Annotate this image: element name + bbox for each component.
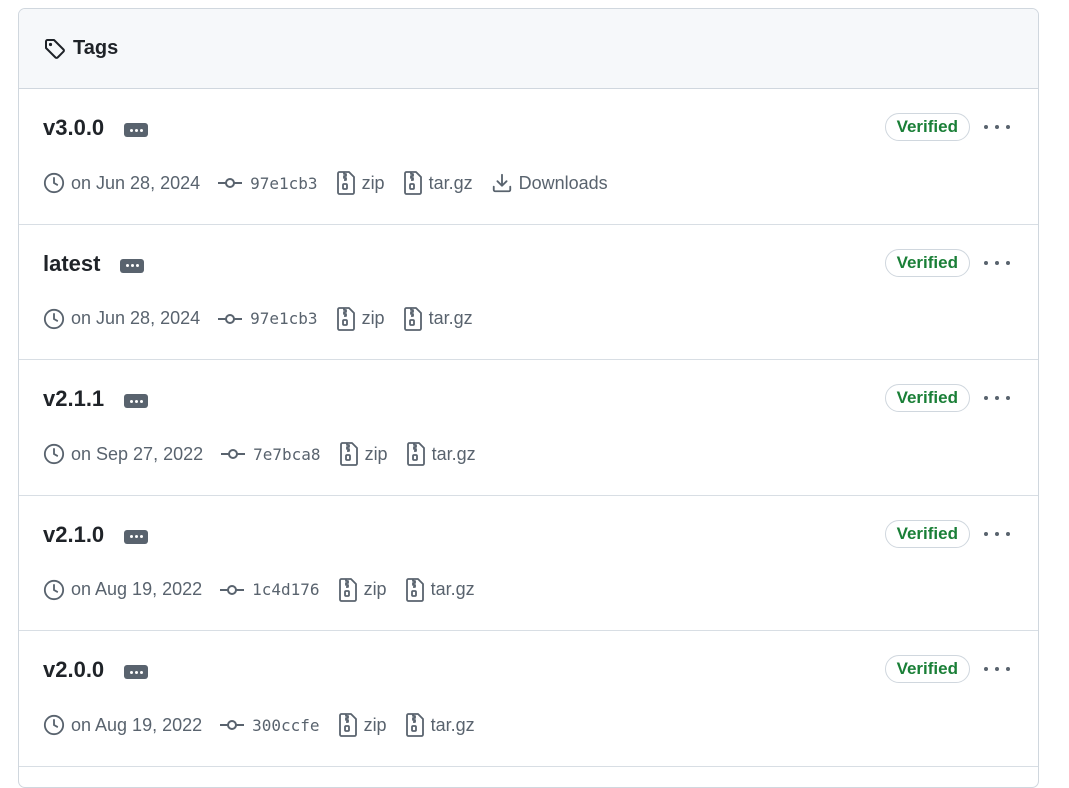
file-zip-icon [336,306,356,331]
tag-row: latest Verified on Jun 28, 2024 97e1cb3 … [19,225,1038,360]
more-options-icon[interactable] [984,524,1010,544]
more-options-icon[interactable] [984,659,1010,679]
file-zip-icon [405,713,425,737]
tag-row: v2.1.1 Verified on Sep 27, 2022 7e7bca8 … [19,360,1038,496]
commit-link[interactable]: 300ccfe [220,715,320,735]
zip-download-link[interactable]: zip [338,577,387,602]
zip-download-link[interactable]: zip [336,306,385,331]
tag-name-link[interactable]: v2.1.1 [43,386,104,412]
targz-download-link[interactable]: tar.gz [405,713,475,737]
download-icon [491,172,513,194]
tag-date: on Sep 27, 2022 [43,443,203,465]
tags-list: v3.0.0 Verified on Jun 28, 2024 97e1cb3 … [19,89,1038,767]
commit-message-toggle[interactable] [124,394,149,408]
downloads-label: Downloads [518,172,608,193]
zip-download-link[interactable]: zip [336,171,385,195]
commit-icon [218,176,243,190]
file-zip-icon [403,306,423,331]
targz-label: tar.gz [428,308,473,328]
commit-sha: 97e1cb3 [250,309,318,328]
zip-label: zip [363,579,387,599]
tag-name-link[interactable]: latest [43,251,100,277]
commit-icon [220,583,245,597]
downloads-link[interactable]: Downloads [491,172,608,194]
targz-label: tar.gz [430,579,475,599]
zip-label: zip [363,714,387,735]
tag-name-link[interactable]: v3.0.0 [43,115,104,141]
tag-date: on Jun 28, 2024 [43,172,200,194]
more-options-icon[interactable] [984,253,1010,273]
zip-label: zip [361,172,385,193]
commit-message-toggle[interactable] [120,258,145,273]
zip-download-link[interactable]: zip [339,442,388,466]
commit-message-toggle[interactable] [124,123,149,137]
clock-icon [43,172,65,194]
verified-badge[interactable]: Verified [884,519,970,548]
commit-link[interactable]: 7e7bca8 [221,444,321,464]
file-zip-icon [405,577,425,602]
tag-date-label: on Aug 19, 2022 [71,579,203,599]
zip-label: zip [364,443,388,464]
clock-icon [43,443,65,465]
commit-message-toggle[interactable] [124,665,149,679]
targz-download-link[interactable]: tar.gz [403,171,473,195]
verified-badge[interactable]: Verified [884,248,970,277]
file-zip-icon [339,442,359,466]
tag-date-label: on Jun 28, 2024 [71,172,201,193]
commit-icon [220,718,245,732]
tag-row: v2.0.0 Verified on Aug 19, 2022 300ccfe … [19,631,1038,767]
commit-sha: 300ccfe [252,715,320,735]
file-zip-icon [338,713,358,737]
commit-message-toggle[interactable] [124,529,149,544]
targz-label: tar.gz [428,172,473,193]
tag-date: on Jun 28, 2024 [43,308,200,330]
commit-link[interactable]: 97e1cb3 [218,309,318,328]
clock-icon [43,308,65,330]
targz-download-link[interactable]: tar.gz [406,442,476,466]
page-title: Tags [73,37,119,59]
tag-date: on Aug 19, 2022 [43,714,202,736]
tag-date-label: on Aug 19, 2022 [71,714,203,735]
commit-link[interactable]: 1c4d176 [220,580,320,599]
tag-icon [43,37,67,61]
tags-header: Tags [19,9,1038,89]
commit-icon [218,312,243,326]
tag-row: v3.0.0 Verified on Jun 28, 2024 97e1cb3 … [19,89,1038,225]
tags-box: Tags v3.0.0 Verified on Jun 28, 2024 97e… [18,8,1039,788]
tag-date-label: on Sep 27, 2022 [71,443,204,464]
targz-download-link[interactable]: tar.gz [403,306,473,331]
commit-icon [221,447,246,461]
clock-icon [43,714,65,736]
zip-download-link[interactable]: zip [338,713,387,737]
tag-date-label: on Jun 28, 2024 [71,308,201,328]
targz-download-link[interactable]: tar.gz [405,577,475,602]
commit-link[interactable]: 97e1cb3 [218,173,318,193]
targz-label: tar.gz [431,443,476,464]
file-zip-icon [338,577,358,602]
commit-sha: 97e1cb3 [250,173,318,193]
targz-label: tar.gz [430,714,475,735]
tag-name-link[interactable]: v2.1.0 [43,522,104,548]
zip-label: zip [361,308,385,328]
more-options-icon[interactable] [984,388,1010,408]
tag-date: on Aug 19, 2022 [43,579,202,601]
clock-icon [43,579,65,601]
commit-sha: 1c4d176 [252,580,320,599]
file-zip-icon [406,442,426,466]
tag-row: v2.1.0 Verified on Aug 19, 2022 1c4d176 … [19,496,1038,631]
file-zip-icon [336,171,356,195]
more-options-icon[interactable] [984,117,1010,137]
verified-badge[interactable]: Verified [884,384,970,412]
verified-badge[interactable]: Verified [884,655,970,683]
commit-sha: 7e7bca8 [253,444,321,464]
tag-name-link[interactable]: v2.0.0 [43,657,104,683]
verified-badge[interactable]: Verified [884,113,970,141]
file-zip-icon [403,171,423,195]
